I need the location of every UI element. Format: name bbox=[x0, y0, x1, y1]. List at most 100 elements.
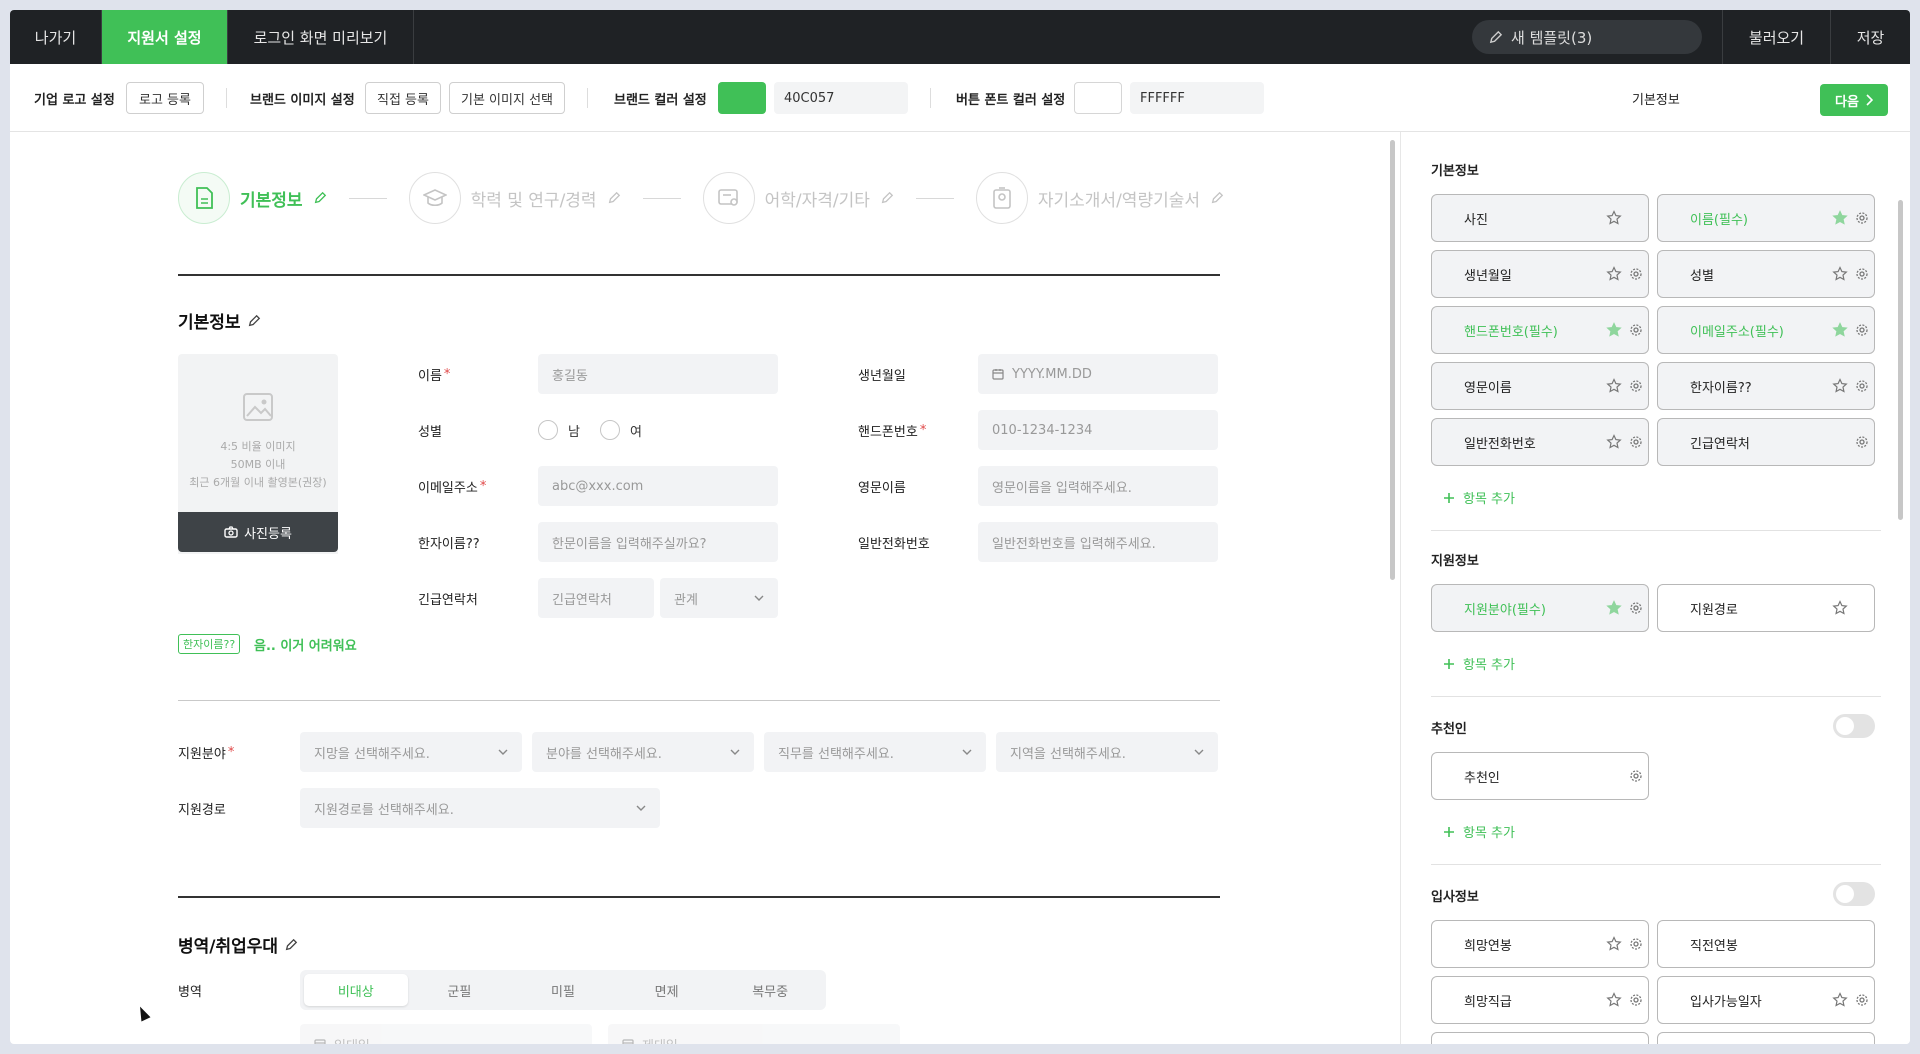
gender-male-radio[interactable]: 남 bbox=[538, 420, 580, 440]
gear-icon[interactable] bbox=[1628, 600, 1644, 616]
relation-select[interactable]: 관계 bbox=[660, 578, 778, 618]
step-language-cert[interactable]: 어학/자격/기타 bbox=[702, 172, 894, 224]
field-chip[interactable]: 연정가능 지역 bbox=[1657, 1032, 1875, 1044]
field-chip[interactable]: 희망연봉 bbox=[1431, 920, 1649, 968]
field-chip[interactable]: 긴급연락처 bbox=[1657, 418, 1875, 466]
field-chip[interactable]: 영문이름 bbox=[1431, 362, 1649, 410]
hanja-name-input[interactable]: 한문이름을 입력해주실까요? bbox=[538, 522, 778, 562]
field-chip[interactable]: 지방근무 가능 여부 bbox=[1431, 1032, 1649, 1044]
main-scrollbar[interactable] bbox=[1390, 140, 1395, 580]
gear-icon[interactable] bbox=[1628, 992, 1644, 1008]
field-chip[interactable]: 성별 bbox=[1657, 250, 1875, 298]
calendar-icon bbox=[314, 1039, 326, 1044]
default-image-button[interactable]: 기본 이미지 선택 bbox=[449, 82, 565, 114]
star-icon[interactable] bbox=[1832, 992, 1848, 1008]
military-option-done[interactable]: 군필 bbox=[408, 974, 512, 1006]
gear-icon[interactable] bbox=[1854, 210, 1870, 226]
gear-icon[interactable] bbox=[1854, 266, 1870, 282]
star-icon[interactable] bbox=[1606, 378, 1622, 394]
field-chip[interactable]: 생년월일 bbox=[1431, 250, 1649, 298]
star-filled-icon[interactable] bbox=[1606, 600, 1622, 616]
star-icon[interactable] bbox=[1832, 600, 1848, 616]
add-item-button[interactable]: 항목 추가 bbox=[1443, 488, 1515, 507]
photo-hint-recent: 최근 6개월 이내 촬영본(권장) bbox=[189, 476, 327, 489]
field-chip[interactable]: 지원경로 bbox=[1657, 584, 1875, 632]
direct-register-button[interactable]: 직접 등록 bbox=[365, 82, 441, 114]
field-chip[interactable]: 이름(필수) bbox=[1657, 194, 1875, 242]
star-icon[interactable] bbox=[1606, 434, 1622, 450]
photo-register-button[interactable]: 사진등록 bbox=[178, 512, 338, 552]
english-name-input[interactable]: 영문이름을 입력해주세요. bbox=[978, 466, 1218, 506]
add-item-button[interactable]: 항목 추가 bbox=[1443, 654, 1515, 673]
next-button[interactable]: 다음 bbox=[1820, 84, 1888, 116]
star-icon[interactable] bbox=[1606, 266, 1622, 282]
brand-color-swatch[interactable] bbox=[718, 82, 766, 114]
application-settings-tab[interactable]: 지원서 설정 bbox=[102, 10, 228, 64]
star-filled-icon[interactable] bbox=[1832, 322, 1848, 338]
load-button[interactable]: 불러오기 bbox=[1722, 10, 1830, 64]
tel-input[interactable]: 일반전화번호를 입력해주세요. bbox=[978, 522, 1218, 562]
gear-icon[interactable] bbox=[1628, 266, 1644, 282]
star-icon[interactable] bbox=[1832, 266, 1848, 282]
recommender-toggle[interactable] bbox=[1833, 714, 1875, 738]
star-filled-icon[interactable] bbox=[1832, 210, 1848, 226]
birth-input[interactable]: YYYY.MM.DD bbox=[978, 354, 1218, 394]
field-chip[interactable]: 핸드폰번호(필수) bbox=[1431, 306, 1649, 354]
sidebar-scrollbar[interactable] bbox=[1898, 200, 1903, 520]
field-chip[interactable]: 입사가능일자 bbox=[1657, 976, 1875, 1024]
save-button[interactable]: 저장 bbox=[1830, 10, 1910, 64]
apply-route-select[interactable]: 지원경로를 선택해주세요. bbox=[300, 788, 660, 828]
template-name-field[interactable]: 새 템플릿(3) bbox=[1472, 20, 1702, 54]
field-select[interactable]: 분야를 선택해주세요. bbox=[532, 732, 754, 772]
gear-icon[interactable] bbox=[1628, 936, 1644, 952]
step-education[interactable]: 학력 및 연구/경력 bbox=[408, 172, 621, 224]
military-option-exempt[interactable]: 면제 bbox=[615, 974, 719, 1006]
star-filled-icon[interactable] bbox=[1606, 322, 1622, 338]
star-icon[interactable] bbox=[1606, 992, 1622, 1008]
step-self-intro[interactable]: 자기소개서/역량기술서 bbox=[975, 172, 1224, 224]
gear-icon[interactable] bbox=[1854, 992, 1870, 1008]
star-icon[interactable] bbox=[1832, 378, 1848, 394]
field-chip[interactable]: 일반전화번호 bbox=[1431, 418, 1649, 466]
gear-icon[interactable] bbox=[1854, 322, 1870, 338]
emergency-contact-input[interactable]: 긴급연락처 bbox=[538, 578, 654, 618]
military-option-not-done[interactable]: 미필 bbox=[511, 974, 615, 1006]
gear-icon[interactable] bbox=[1628, 378, 1644, 394]
enlist-date-input[interactable]: 입대일 bbox=[300, 1024, 592, 1044]
region-select[interactable]: 지역을 선택해주세요. bbox=[996, 732, 1218, 772]
add-item-button[interactable]: 항목 추가 bbox=[1443, 822, 1515, 841]
field-chip[interactable]: 지원분야(필수) bbox=[1431, 584, 1649, 632]
field-chip[interactable]: 사진 bbox=[1431, 194, 1649, 242]
field-chip[interactable]: 직전연봉 bbox=[1657, 920, 1875, 968]
brand-color-input[interactable]: 40C057 bbox=[774, 82, 908, 114]
exit-tab[interactable]: 나가기 bbox=[10, 10, 102, 64]
gear-icon[interactable] bbox=[1854, 434, 1870, 450]
name-input[interactable]: 홍길동 bbox=[538, 354, 778, 394]
field-chip[interactable]: 희망직급 bbox=[1431, 976, 1649, 1024]
discharge-date-input[interactable]: 제대일 bbox=[608, 1024, 900, 1044]
job-select[interactable]: 직무를 선택해주세요. bbox=[764, 732, 986, 772]
logo-register-button[interactable]: 로고 등록 bbox=[126, 82, 204, 114]
gear-icon[interactable] bbox=[1628, 322, 1644, 338]
join-info-toggle[interactable] bbox=[1833, 882, 1875, 906]
gear-icon[interactable] bbox=[1854, 378, 1870, 394]
phone-input[interactable]: 010-1234-1234 bbox=[978, 410, 1218, 450]
email-input[interactable]: abc@xxx.com bbox=[538, 466, 778, 506]
military-option-none[interactable]: 비대상 bbox=[304, 974, 408, 1006]
field-chip[interactable]: 추천인 bbox=[1431, 752, 1649, 800]
field-chip[interactable]: 한자이름?? bbox=[1657, 362, 1875, 410]
gear-icon[interactable] bbox=[1628, 434, 1644, 450]
step-basic-info[interactable]: 기본정보 bbox=[178, 172, 327, 224]
star-icon[interactable] bbox=[1606, 936, 1622, 952]
pencil-icon[interactable] bbox=[284, 938, 298, 952]
field-chip[interactable]: 이메일주소(필수) bbox=[1657, 306, 1875, 354]
login-preview-tab[interactable]: 로그인 화면 미리보기 bbox=[228, 10, 414, 64]
pencil-icon[interactable] bbox=[247, 314, 261, 328]
gear-icon[interactable] bbox=[1628, 768, 1644, 784]
gender-female-radio[interactable]: 여 bbox=[600, 420, 642, 440]
preference-select[interactable]: 지망을 선택해주세요. bbox=[300, 732, 522, 772]
star-icon[interactable] bbox=[1606, 210, 1622, 226]
button-font-color-input[interactable]: FFFFFF bbox=[1130, 82, 1264, 114]
button-font-color-swatch[interactable] bbox=[1074, 82, 1122, 114]
military-option-serving[interactable]: 복무중 bbox=[718, 974, 822, 1006]
